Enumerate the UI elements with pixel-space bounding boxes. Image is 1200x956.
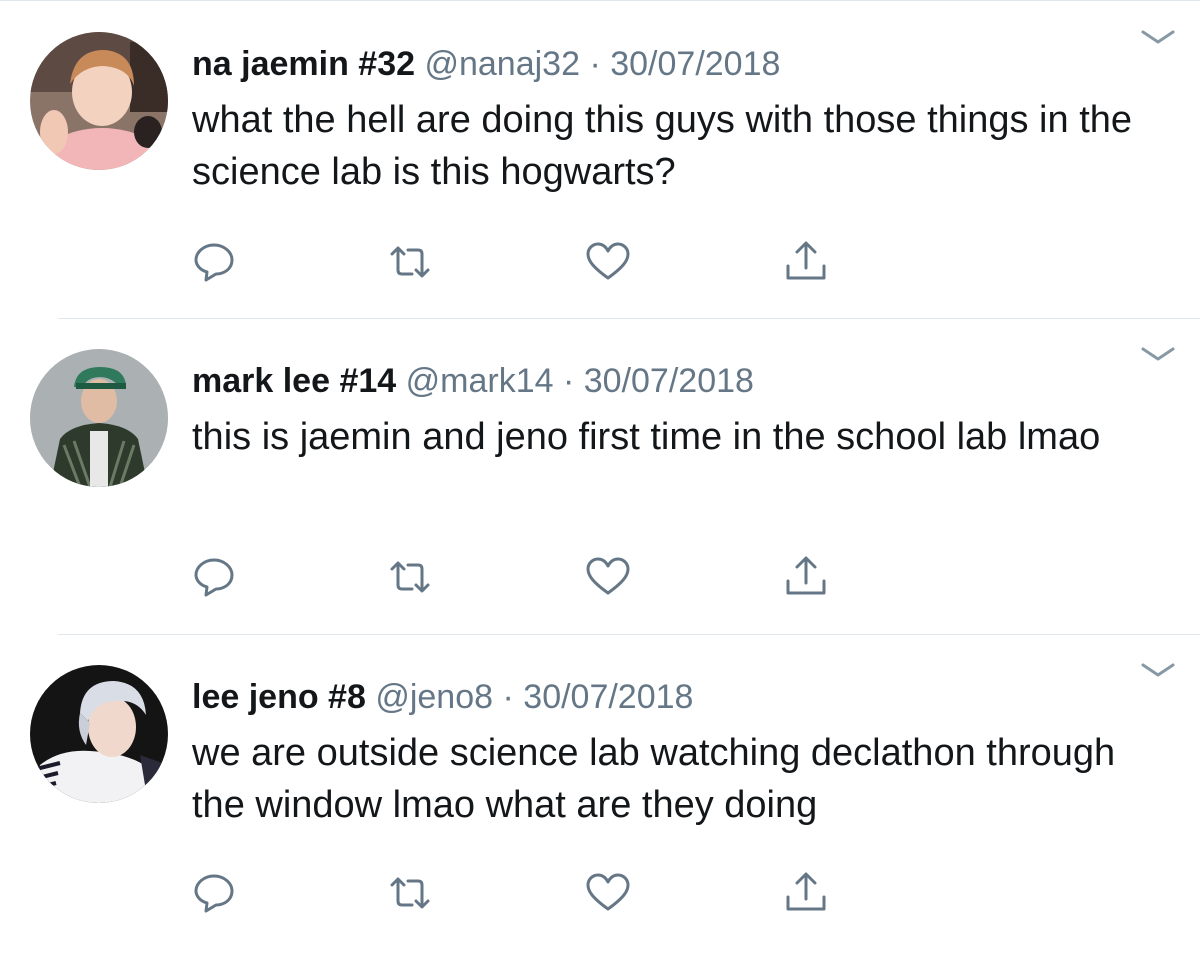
- retweet-icon: [390, 561, 430, 593]
- share-button[interactable]: [780, 867, 832, 919]
- tweet-text: this is jaemin and jeno first time in th…: [192, 416, 1101, 458]
- heart-icon: [586, 242, 630, 280]
- share-button[interactable]: [780, 551, 832, 603]
- separator-dot: ·: [589, 45, 601, 83]
- avatar[interactable]: [30, 665, 168, 803]
- retweet-button[interactable]: [384, 551, 436, 603]
- tweet-2[interactable]: mark lee #14 @mark14 · 30/07/2018 this i…: [0, 319, 1200, 635]
- user-handle[interactable]: @jeno8: [375, 678, 493, 716]
- tweet-header: lee jeno #8 @jeno8 · 30/07/2018: [192, 677, 693, 717]
- reply-button[interactable]: [188, 236, 240, 288]
- display-name[interactable]: na jaemin #32: [192, 45, 415, 83]
- display-name[interactable]: lee jeno #8: [192, 678, 366, 716]
- separator-dot: ·: [562, 362, 575, 400]
- tweet-text: what the hell are doing this guys with t…: [192, 99, 1133, 193]
- tweet-1[interactable]: na jaemin #32 @nanaj32 · 30/07/2018 what…: [0, 0, 1200, 319]
- avatar-image: [30, 32, 168, 170]
- tweet-3[interactable]: lee jeno #8 @jeno8 · 30/07/2018 we are o…: [0, 635, 1200, 951]
- reply-icon: [194, 874, 234, 913]
- share-icon: [786, 241, 826, 280]
- chevron-down-icon[interactable]: [1140, 28, 1176, 48]
- avatar-image: [30, 665, 168, 803]
- share-button[interactable]: [780, 236, 832, 288]
- tweet-header: mark lee #14 @mark14 · 30/07/2018: [192, 361, 754, 401]
- tweet-date[interactable]: 30/07/2018: [610, 45, 780, 83]
- user-handle[interactable]: @nanaj32: [424, 45, 580, 83]
- retweet-icon: [390, 246, 430, 278]
- share-icon: [786, 872, 826, 911]
- separator-dot: ·: [502, 678, 514, 716]
- tweet-header: na jaemin #32 @nanaj32 · 30/07/2018: [192, 44, 780, 84]
- reply-icon: [194, 558, 234, 597]
- retweet-icon: [390, 877, 430, 909]
- heart-icon: [586, 557, 630, 595]
- chevron-down-icon[interactable]: [1140, 661, 1176, 681]
- avatar-image: [30, 349, 168, 487]
- retweet-button[interactable]: [384, 867, 436, 919]
- reply-button[interactable]: [188, 867, 240, 919]
- like-button[interactable]: [582, 867, 634, 919]
- like-button[interactable]: [582, 236, 634, 288]
- retweet-button[interactable]: [384, 236, 436, 288]
- reply-icon: [194, 243, 234, 282]
- user-handle[interactable]: @mark14: [406, 362, 554, 400]
- avatar[interactable]: [30, 349, 168, 487]
- tweet-text: we are outside science lab watching decl…: [192, 732, 1116, 826]
- display-name[interactable]: mark lee #14: [192, 362, 396, 400]
- like-button[interactable]: [582, 551, 634, 603]
- tweet-date[interactable]: 30/07/2018: [523, 678, 693, 716]
- share-icon: [786, 556, 826, 595]
- tweet-date[interactable]: 30/07/2018: [584, 362, 754, 400]
- chevron-down-icon[interactable]: [1140, 345, 1176, 365]
- avatar[interactable]: [30, 32, 168, 170]
- reply-button[interactable]: [188, 551, 240, 603]
- heart-icon: [586, 873, 630, 911]
